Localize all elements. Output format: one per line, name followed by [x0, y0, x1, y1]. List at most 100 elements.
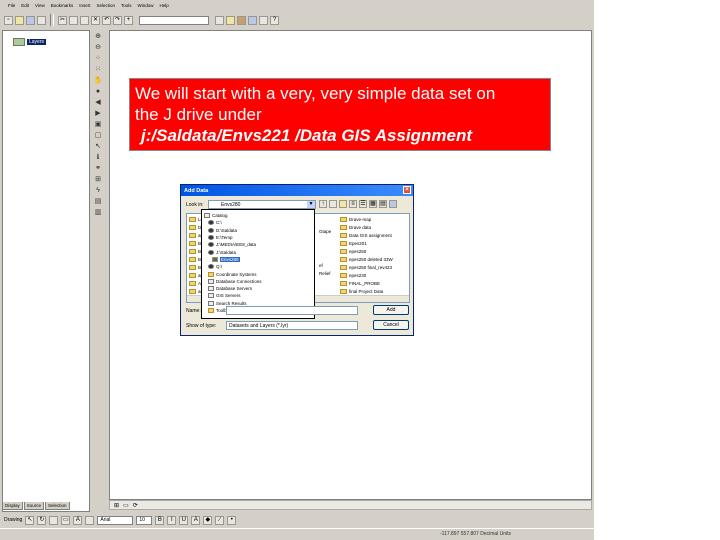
fixed-zoom-in-icon[interactable]: ⁘ [93, 54, 103, 63]
font-size-select[interactable]: 10 [136, 515, 153, 525]
open-icon[interactable] [15, 15, 24, 25]
fixed-zoom-out-icon[interactable]: ⁙ [93, 65, 103, 74]
tab-selection[interactable]: Selection [45, 502, 70, 510]
pan-icon[interactable]: ✋ [93, 76, 103, 85]
menu-insert[interactable]: Insert [79, 3, 90, 8]
dropdown-item-selected[interactable]: Envs280 [204, 256, 314, 263]
zoom-out-icon[interactable]: ⊖ [93, 43, 103, 52]
zoom-whole-page-icon[interactable] [49, 515, 59, 525]
layout-view-icon[interactable]: ▭ [123, 502, 129, 509]
hyperlink-icon[interactable]: ϟ [93, 186, 103, 195]
back-extent-icon[interactable]: ◀ [93, 98, 103, 107]
text-icon[interactable]: A [73, 515, 83, 525]
font-select[interactable]: Arial [97, 515, 134, 525]
dropdown-item[interactable]: D:\Saldata [204, 227, 314, 234]
dropdown-item[interactable]: GIS Servers [204, 292, 314, 299]
dropdown-item[interactable]: C:\ [204, 219, 314, 226]
list-item[interactable]: Drave data [340, 224, 393, 230]
map-scale-input[interactable] [139, 15, 209, 25]
clear-selection-icon[interactable]: ▢ [93, 131, 103, 140]
dropdown-item[interactable]: Q:\ [204, 263, 314, 270]
list-item[interactable]: Relief [319, 270, 331, 276]
list-item[interactable]: Gtape [319, 228, 331, 234]
html-popup-icon[interactable]: ▤ [93, 197, 103, 206]
fill-color-icon[interactable]: ◆ [203, 515, 213, 525]
tab-display[interactable]: Display [2, 502, 23, 510]
dropdown-item[interactable]: J:\Saldata [204, 248, 314, 255]
menu-file[interactable]: File [8, 3, 15, 8]
thumbnails-icon[interactable]: ▦ [369, 200, 377, 208]
cancel-button[interactable]: Cancel [373, 320, 409, 330]
details-view-icon[interactable]: ☰ [359, 200, 367, 208]
up-one-level-icon[interactable]: ↑ [319, 200, 327, 208]
font-color-icon[interactable]: A [191, 515, 201, 525]
list-item[interactable]: final Project Data [340, 288, 393, 294]
list-item[interactable]: epes250 final_rev423 [340, 264, 393, 270]
menu-edit[interactable]: Edit [21, 3, 29, 8]
dropdown-item[interactable]: Database Connections [204, 278, 314, 285]
tab-source[interactable]: Source [23, 502, 45, 510]
model-builder-icon[interactable] [259, 15, 268, 25]
connect-folder-icon[interactable] [339, 200, 347, 208]
list-item[interactable]: FINAL_PROBE [340, 280, 393, 286]
print-icon[interactable] [37, 15, 46, 25]
line-color-icon[interactable]: ∕ [215, 515, 225, 525]
list-item[interactable]: Data GIS assignment [340, 232, 393, 238]
home-icon[interactable] [329, 200, 337, 208]
dropdown-item[interactable]: Coordinate Systems [204, 270, 314, 277]
look-in-dropdown[interactable]: Catalog C:\ D:\Saldata E:\Temp J:\MEDIA\… [201, 209, 315, 319]
delete-icon[interactable]: ✕ [91, 15, 100, 25]
underline-icon[interactable]: U [179, 515, 189, 525]
list-view-icon[interactable]: ≡ [349, 200, 357, 208]
zoom-in-icon[interactable]: ⊕ [93, 32, 103, 41]
save-icon[interactable] [26, 15, 35, 25]
command-line-icon[interactable] [248, 15, 257, 25]
rotate-icon[interactable]: ↻ [37, 515, 47, 525]
dropdown-item[interactable]: Catalog [204, 212, 314, 219]
undo-icon[interactable]: ↶ [102, 15, 111, 25]
bold-icon[interactable]: B [155, 515, 165, 525]
find-icon[interactable]: ⚭ [93, 164, 103, 173]
select-elements-icon[interactable]: ↖ [93, 142, 103, 151]
forward-extent-icon[interactable]: ▶ [93, 109, 103, 118]
rectangle-icon[interactable]: ▭ [61, 515, 71, 525]
look-in-select[interactable]: Envs280 ▼ [208, 200, 316, 209]
dropdown-item[interactable]: J:\MEDIA\EE8_data [204, 241, 314, 248]
arctoolbox-icon[interactable] [237, 15, 246, 25]
identify-icon[interactable]: ℹ [93, 153, 103, 162]
close-icon[interactable]: × [403, 186, 411, 194]
arccatalog-icon[interactable] [226, 15, 235, 25]
layers-frame[interactable]: Layers [13, 38, 47, 46]
marker-color-icon[interactable]: • [227, 515, 237, 525]
list-item[interactable]: ef [319, 262, 331, 268]
dropdown-item[interactable]: E:\Temp [204, 234, 314, 241]
type-select[interactable]: Datasets and Layers (*.lyr) [226, 321, 358, 330]
editor-icon[interactable] [215, 15, 224, 25]
edit-vertices-icon[interactable] [85, 515, 95, 525]
chevron-down-icon[interactable]: ▼ [307, 201, 315, 208]
menu-window[interactable]: Window [138, 3, 154, 8]
select-features-icon[interactable]: ▣ [93, 120, 103, 129]
time-slider-icon[interactable]: ▥ [93, 208, 103, 217]
add-button[interactable]: Add [373, 305, 409, 315]
data-view-icon[interactable]: ⊞ [114, 502, 119, 509]
map-horizontal-scrollbar[interactable]: ⊞ ▭ ⟳ [109, 500, 592, 510]
drawing-menu[interactable]: Drawing [4, 517, 22, 523]
catalog-icon[interactable]: ▤ [379, 200, 387, 208]
list-item[interactable]: epes250 [340, 248, 393, 254]
measure-icon[interactable]: ⊞ [93, 175, 103, 184]
whats-this-icon[interactable]: ? [270, 15, 279, 25]
full-extent-icon[interactable]: ● [93, 87, 103, 96]
refresh-icon[interactable]: ⟳ [133, 502, 138, 509]
new-icon[interactable]: ▫ [4, 15, 13, 25]
list-item[interactable]: epes230 [340, 272, 393, 278]
paste-icon[interactable] [80, 15, 89, 25]
menu-bookmarks[interactable]: Bookmarks [51, 3, 74, 8]
new-folder-icon[interactable] [389, 200, 397, 208]
italic-icon[interactable]: I [167, 515, 177, 525]
menu-help[interactable]: Help [160, 3, 169, 8]
cut-icon[interactable]: ✂ [58, 15, 67, 25]
add-data-icon[interactable]: + [124, 15, 133, 25]
list-item[interactable]: Epes201 [340, 240, 393, 246]
dialog-title-bar[interactable]: Add Data × [181, 185, 413, 196]
